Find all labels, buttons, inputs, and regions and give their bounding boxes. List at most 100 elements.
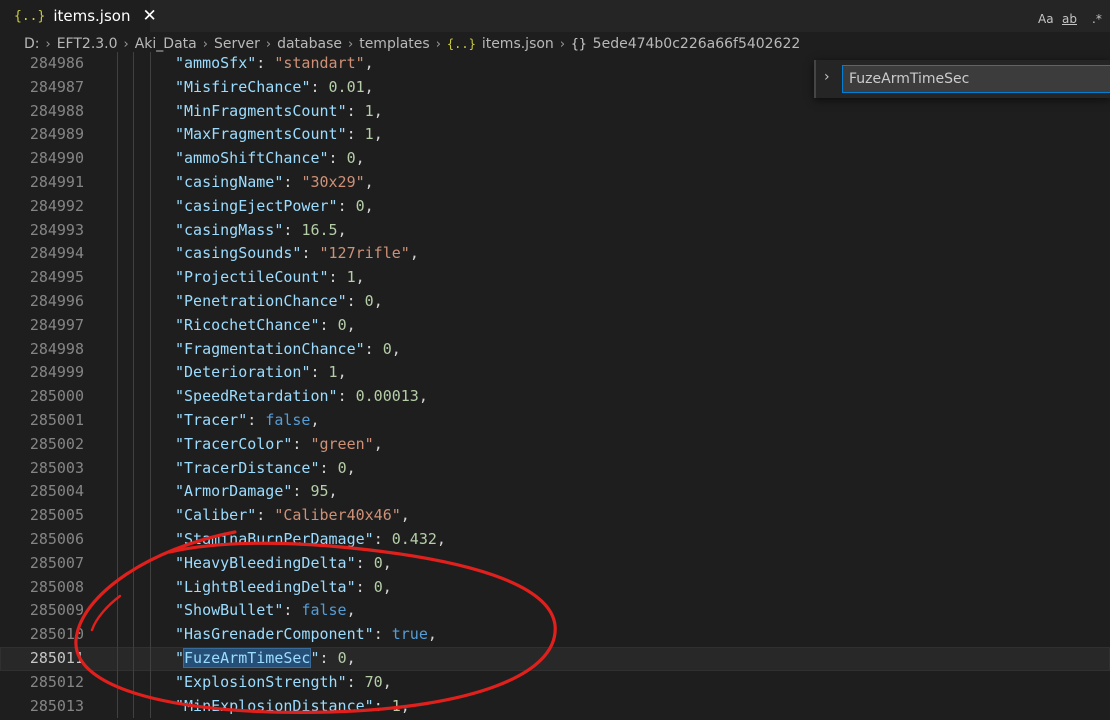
- indent-guide: [117, 99, 118, 124]
- code-text: "ArmorDamage": 95,: [175, 482, 338, 501]
- code-text: "ProjectileCount": 1,: [175, 268, 365, 287]
- code-line[interactable]: 284995 "ProjectileCount": 1,: [0, 266, 1110, 290]
- code-line[interactable]: 284997 "RicochetChance": 0,: [0, 313, 1110, 338]
- whole-word-icon[interactable]: ab: [1062, 12, 1077, 26]
- chevron-right-icon[interactable]: ›: [824, 69, 830, 85]
- indent-guide: [133, 266, 134, 290]
- indent-guide: [150, 456, 151, 481]
- indent-guide: [150, 99, 151, 124]
- code-line[interactable]: 285002 "TracerColor": "green",: [0, 432, 1110, 457]
- line-number: 284992: [29, 196, 84, 215]
- indent-guide: [150, 694, 151, 718]
- tab-items-json[interactable]: {..} items.json ✕: [0, 0, 157, 32]
- code-text: "PenetrationChance": 0,: [175, 291, 383, 310]
- breadcrumb-items-json[interactable]: items.json: [482, 36, 554, 52]
- close-icon[interactable]: ✕: [142, 6, 156, 26]
- code-line[interactable]: 284999 "Deterioration": 1,: [0, 361, 1110, 386]
- code-line[interactable]: 284998 "FragmentationChance": 0,: [0, 337, 1110, 362]
- code-text: "HeavyBleedingDelta": 0,: [175, 553, 392, 572]
- code-line[interactable]: 285007 "HeavyBleedingDelta": 0,: [0, 551, 1110, 576]
- chevron-right-icon: ›: [559, 36, 566, 52]
- code-line[interactable]: 284992 "casingEjectPower": 0,: [0, 194, 1110, 219]
- code-line[interactable]: 285008 "LightBleedingDelta": 0,: [0, 575, 1110, 600]
- code-text: "casingEjectPower": 0,: [175, 196, 374, 215]
- breadcrumb-server[interactable]: Server: [214, 36, 260, 52]
- json-key: ArmorDamage: [184, 482, 284, 501]
- line-number: 284988: [29, 101, 84, 120]
- code-line[interactable]: 284991 "casingName": "30x29",: [0, 170, 1110, 195]
- indent-guide: [133, 670, 134, 695]
- code-line[interactable]: 284996 "PenetrationChance": 0,: [0, 289, 1110, 314]
- code-text: "Deterioration": 1,: [175, 363, 347, 382]
- indent-guide: [150, 670, 151, 695]
- match-case-icon[interactable]: Aa: [1038, 12, 1054, 26]
- code-line[interactable]: 285010 "HasGrenaderComponent": true,: [0, 623, 1110, 647]
- indent-guide: [117, 694, 118, 718]
- json-key: casingSounds: [184, 244, 293, 263]
- code-text: "ShowBullet": false,: [175, 601, 356, 620]
- code-line[interactable]: 285003 "TracerDistance": 0,: [0, 456, 1110, 481]
- json-value: 95: [310, 482, 329, 501]
- indent-guide: [150, 385, 151, 409]
- line-number: 285006: [29, 529, 84, 548]
- code-line[interactable]: 284990 "ammoShiftChance": 0,: [0, 147, 1110, 171]
- line-number: 285010: [29, 625, 84, 644]
- breadcrumb-database[interactable]: database: [277, 36, 342, 52]
- json-key: RicochetChance: [184, 315, 311, 334]
- code-line[interactable]: 285013 "MinExplosionDistance": 1,: [0, 694, 1110, 718]
- indent-guide: [150, 408, 151, 433]
- code-line[interactable]: 284989 "MaxFragmentsCount": 1,: [0, 123, 1110, 148]
- regex-icon[interactable]: .*: [1092, 12, 1102, 26]
- code-line[interactable]: 285005 "Caliber": "Caliber40x46",: [0, 504, 1110, 528]
- code-line[interactable]: 285000 "SpeedRetardation": 0.00013,: [0, 385, 1110, 409]
- indent-guide: [133, 361, 134, 386]
- json-value: 0: [355, 196, 365, 215]
- breadcrumb-eft[interactable]: EFT2.3.0: [57, 36, 118, 52]
- json-value: "Caliber40x46": [274, 506, 401, 525]
- code-text: "FuzeArmTimeSec": 0,: [175, 647, 356, 668]
- code-line[interactable]: 285012 "ExplosionStrength": 70,: [0, 670, 1110, 695]
- indent-guide: [117, 266, 118, 290]
- indent-guide: [117, 504, 118, 528]
- indent-guide: [133, 694, 134, 718]
- code-line[interactable]: 285001 "Tracer": false,: [0, 408, 1110, 433]
- code-text: "TracerColor": "green",: [175, 434, 383, 453]
- json-value: 0.432: [391, 529, 437, 548]
- json-key: SpeedRetardation: [184, 387, 329, 406]
- indent-guide: [117, 194, 118, 219]
- chevron-right-icon: ›: [265, 36, 272, 52]
- code-editor[interactable]: 284986 "ammoSfx": "standart", 284987 "Misfi…: [0, 52, 1110, 718]
- indent-guide: [150, 599, 151, 624]
- json-value: 1: [364, 125, 374, 144]
- code-line[interactable]: 284994 "casingSounds": "127rifle",: [0, 242, 1110, 267]
- breadcrumb-object-id[interactable]: 5ede474b0c226a66f5402622: [593, 36, 801, 52]
- code-line[interactable]: 285006 "StaminaBurnPerDamage": 0.432,: [0, 527, 1110, 552]
- indent-guide: [150, 147, 151, 171]
- code-text: "ExplosionStrength": 70,: [175, 672, 392, 691]
- indent-guide: [117, 218, 118, 243]
- line-number: 284989: [29, 125, 84, 144]
- code-line[interactable]: 285009 "ShowBullet": false,: [0, 599, 1110, 624]
- indent-guide: [133, 170, 134, 195]
- indent-guide: [117, 289, 118, 314]
- code-line[interactable]: 284993 "casingMass": 16.5,: [0, 218, 1110, 243]
- code-line[interactable]: 285004 "ArmorDamage": 95,: [0, 480, 1110, 505]
- json-value: 0: [337, 315, 347, 334]
- find-input[interactable]: [842, 65, 1110, 93]
- indent-guide: [117, 551, 118, 576]
- json-key: FuzeArmTimeSec: [183, 647, 312, 668]
- code-text: "StaminaBurnPerDamage": 0.432,: [175, 529, 446, 548]
- indent-guide: [150, 504, 151, 528]
- json-value: 70: [364, 672, 383, 691]
- indent-guide: [133, 527, 134, 552]
- indent-guide: [150, 289, 151, 314]
- breadcrumb-templates[interactable]: templates: [359, 36, 430, 52]
- code-line[interactable]: 285011 "FuzeArmTimeSec": 0,: [0, 646, 1110, 671]
- chevron-right-icon: ›: [348, 36, 354, 52]
- json-value: 1: [346, 268, 356, 287]
- line-number: 285007: [29, 553, 84, 572]
- breadcrumb-drive[interactable]: D:: [24, 36, 40, 52]
- code-text: "TracerDistance": 0,: [175, 458, 356, 477]
- code-line[interactable]: 284988 "MinFragmentsCount": 1,: [0, 99, 1110, 124]
- breadcrumb-aki-data[interactable]: Aki_Data: [135, 36, 197, 52]
